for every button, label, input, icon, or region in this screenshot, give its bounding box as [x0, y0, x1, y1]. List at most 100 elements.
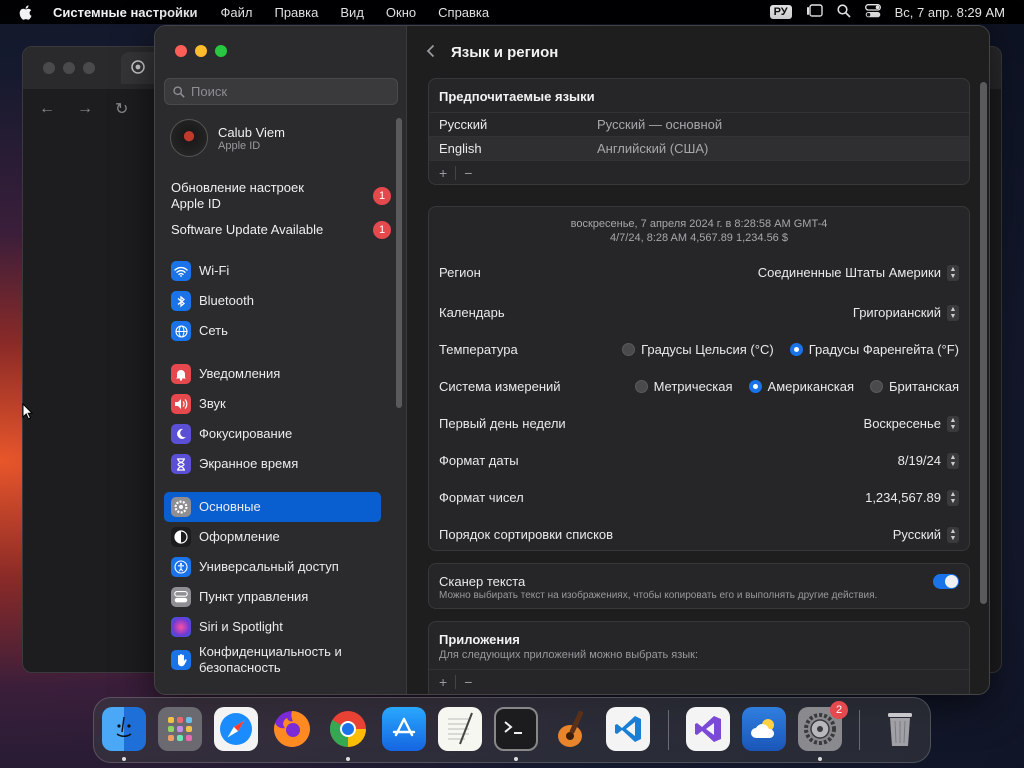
running-indicator [346, 757, 350, 761]
menubar-clock[interactable]: Вс, 7 апр. 8:29 AM [895, 5, 1005, 20]
metric-radio[interactable]: Метрическая [634, 379, 733, 394]
textedit-icon[interactable] [438, 707, 482, 751]
browser-minimize-button[interactable] [63, 62, 75, 74]
moon-icon [171, 424, 191, 444]
live-text-toggle[interactable] [933, 574, 959, 589]
terminal-icon[interactable] [494, 707, 538, 751]
sidebar-item-privacy-security[interactable]: Конфиденциальность и безопасность [164, 640, 381, 680]
list-item[interactable]: English Английский (США) [429, 136, 969, 160]
first-day-select[interactable]: Воскресенье ▲ ▼ [864, 415, 959, 432]
number-format-select[interactable]: 1,234,567.89 ▲ ▼ [865, 489, 959, 506]
region-value: Соединенные Штаты Америки [757, 265, 941, 280]
sidebar-item-general[interactable]: Основные [164, 492, 381, 522]
menu-edit[interactable]: Правка [263, 5, 329, 20]
sidebar-item-control-center[interactable]: Пункт управления [164, 582, 381, 612]
menu-file[interactable]: Файл [210, 5, 264, 20]
browser-close-button[interactable] [43, 62, 55, 74]
browser-zoom-button[interactable] [83, 62, 95, 74]
weather-icon[interactable] [742, 707, 786, 751]
firefox-icon[interactable] [270, 707, 314, 751]
control-center-icon[interactable] [864, 3, 881, 21]
apple-id-update-notice[interactable]: Обновление настроек Apple ID 1 [171, 180, 391, 212]
radio-button[interactable] [748, 380, 762, 393]
apple-id-profile[interactable]: Calub Viem Apple ID [170, 119, 285, 157]
date-format-value: 8/19/24 [897, 453, 941, 468]
sidebar-item-label: Bluetooth [199, 293, 254, 308]
settings-content: Язык и регион Предпочитаемые языки Русск… [408, 26, 989, 694]
radio-button[interactable] [622, 343, 636, 356]
sidebar-item-focus[interactable]: Фокусирование [164, 419, 381, 449]
uk-radio[interactable]: Британская [870, 379, 959, 394]
menu-app-name[interactable]: Системные настройки [50, 5, 210, 20]
system-settings-icon[interactable]: 2 [798, 701, 848, 751]
sidebar-scrollbar[interactable] [396, 118, 402, 408]
apple-menu-icon[interactable] [0, 4, 50, 20]
stage-manager-icon[interactable] [806, 3, 823, 21]
radio-label: Американская [767, 379, 855, 394]
format-sample-line: воскресенье, 7 апреля 2024 г. в 8:28:58 … [570, 218, 828, 230]
trash-icon[interactable] [878, 707, 922, 751]
browser-reload-icon[interactable]: ↻ [115, 99, 128, 119]
garageband-icon[interactable] [550, 707, 594, 751]
region-select[interactable]: Соединенные Штаты Америки ▲ ▼ [757, 264, 959, 281]
sidebar-item-screen-time[interactable]: Экранное время [164, 449, 381, 479]
vscode-icon[interactable] [606, 707, 650, 751]
sidebar-item-appearance[interactable]: Оформление [164, 522, 381, 552]
add-app-button[interactable]: + [433, 674, 453, 690]
sidebar-item-notifications[interactable]: Уведомления [164, 359, 381, 389]
spotlight-search-icon[interactable] [837, 3, 851, 21]
live-text-group: Сканер текста Можно выбирать текст на из… [428, 563, 970, 609]
software-update-notice[interactable]: Software Update Available 1 [171, 221, 391, 239]
window-minimize-button[interactable] [195, 45, 207, 57]
content-titlebar: Язык и регион [408, 26, 989, 78]
applications-description: Для следующих приложений можно выбрать я… [439, 649, 699, 661]
chrome-icon[interactable] [326, 707, 370, 751]
radio-button[interactable] [789, 343, 803, 356]
hand-icon [171, 650, 191, 670]
window-close-button[interactable] [175, 45, 187, 57]
window-zoom-button[interactable] [215, 45, 227, 57]
back-chevron-icon[interactable] [426, 42, 435, 63]
content-scrollbar[interactable] [980, 82, 987, 604]
sidebar-search[interactable] [164, 78, 398, 105]
safari-icon[interactable] [214, 707, 258, 751]
browser-forward-icon[interactable]: → [77, 100, 93, 118]
list-item[interactable]: Русский Русский — основной [429, 112, 969, 136]
input-source-indicator[interactable]: РУ [769, 5, 792, 19]
date-format-select[interactable]: 8/19/24 ▲ ▼ [897, 452, 959, 469]
sort-order-select[interactable]: Русский ▲ ▼ [893, 526, 959, 543]
sidebar-item-network[interactable]: Сеть [164, 316, 381, 346]
menu-window[interactable]: Окно [375, 5, 427, 20]
celsius-radio[interactable]: Градусы Цельсия (°C) [622, 342, 774, 357]
visual-studio-icon[interactable] [686, 707, 730, 751]
search-input[interactable] [191, 84, 381, 99]
sidebar-item-accessibility[interactable]: Универсальный доступ [164, 552, 381, 582]
remove-app-button[interactable]: − [458, 674, 478, 690]
menu-view[interactable]: Вид [329, 5, 375, 20]
calendar-row: Календарь Григорианский ▲ ▼ [429, 294, 969, 331]
radio-label: Градусы Цельсия (°C) [641, 342, 774, 357]
first-day-label: Первый день недели [439, 416, 566, 431]
measurement-radio-group: Метрическая Американская Британская [634, 379, 959, 394]
temperature-radio-group: Градусы Цельсия (°C) Градусы Фаренгейта … [622, 342, 959, 357]
launchpad-icon[interactable] [158, 707, 202, 751]
menu-help[interactable]: Справка [427, 5, 500, 20]
sidebar-item-siri-spotlight[interactable]: Siri и Spotlight [164, 612, 381, 642]
us-radio[interactable]: Американская [748, 379, 855, 394]
notice-label: Software Update Available [171, 222, 324, 237]
radio-button[interactable] [870, 380, 884, 393]
remove-language-button[interactable]: − [458, 165, 478, 181]
sidebar-item-bluetooth[interactable]: Bluetooth [164, 286, 381, 316]
app-store-icon[interactable] [382, 707, 426, 751]
menu-bar: Системные настройки Файл Правка Вид Окно… [0, 0, 1024, 24]
sidebar-item-wifi[interactable]: Wi-Fi [164, 256, 381, 286]
add-language-button[interactable]: + [433, 165, 453, 181]
radio-button[interactable] [634, 380, 648, 393]
fahrenheit-radio[interactable]: Градусы Фаренгейта (°F) [789, 342, 959, 357]
sidebar-item-sound[interactable]: Звук [164, 389, 381, 419]
page-title: Язык и регион [451, 43, 559, 61]
browser-back-icon[interactable]: ← [39, 100, 55, 118]
chrome-icon [131, 59, 145, 77]
calendar-select[interactable]: Григорианский ▲ ▼ [853, 304, 959, 321]
finder-icon[interactable] [102, 707, 146, 751]
